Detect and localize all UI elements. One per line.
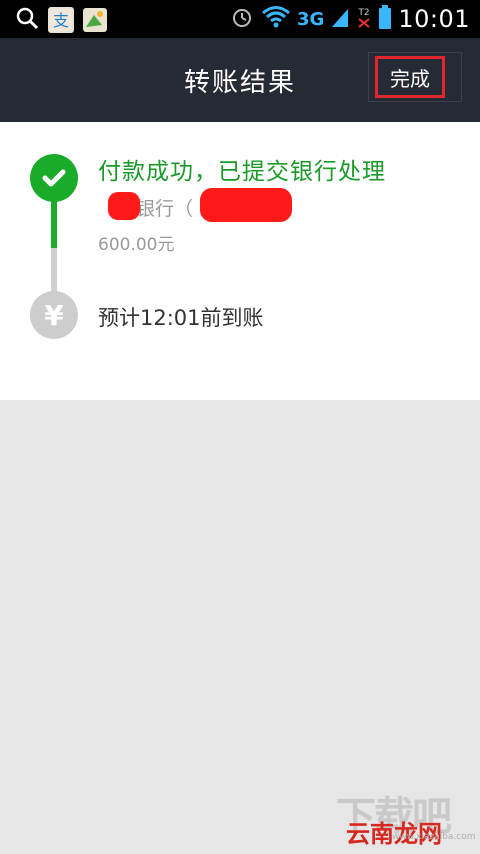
success-check-icon [30, 154, 78, 202]
progress-line-pending [51, 248, 57, 294]
yuan-icon: ¥ [30, 291, 78, 339]
svg-text:支: 支 [53, 11, 69, 30]
network-type: 3G [297, 8, 325, 30]
sim2-no-signal-icon: T2 [356, 5, 372, 33]
status-notifications: 支 [14, 5, 108, 35]
battery-icon [378, 4, 392, 34]
arrival-estimate: 预计12:01前到账 [98, 306, 264, 330]
wifi-icon [261, 5, 291, 33]
alipay-app-icon: 支 [48, 7, 74, 33]
watermark-url: www.xiazaiba.com [392, 832, 476, 842]
signal-icon [330, 5, 350, 33]
alarm-icon [229, 4, 255, 34]
image-app-icon [82, 7, 108, 33]
payment-status: 付款成功，已提交银行处理 [98, 159, 386, 185]
title-bar: 转账结果 完成 [0, 38, 480, 122]
transfer-result-card: ¥ 付款成功，已提交银行处理 银行（） 600.00元 预计12:01前到账 [0, 122, 480, 400]
watermark: 下载吧 云南龙网 www.xiazaiba.com [336, 784, 476, 848]
status-bar: 支 3G T2 10:01 [0, 0, 480, 38]
done-button[interactable]: 完成 [375, 56, 445, 98]
search-icon [14, 5, 40, 35]
bank-name: 银行（ [136, 198, 194, 220]
redaction-mark [200, 188, 292, 222]
clock: 10:01 [398, 5, 470, 33]
progress-line-done [51, 200, 57, 248]
transfer-amount: 600.00元 [98, 235, 175, 255]
status-indicators: 3G T2 10:01 [229, 0, 470, 38]
redaction-mark [108, 192, 140, 220]
svg-text:T2: T2 [358, 8, 370, 18]
